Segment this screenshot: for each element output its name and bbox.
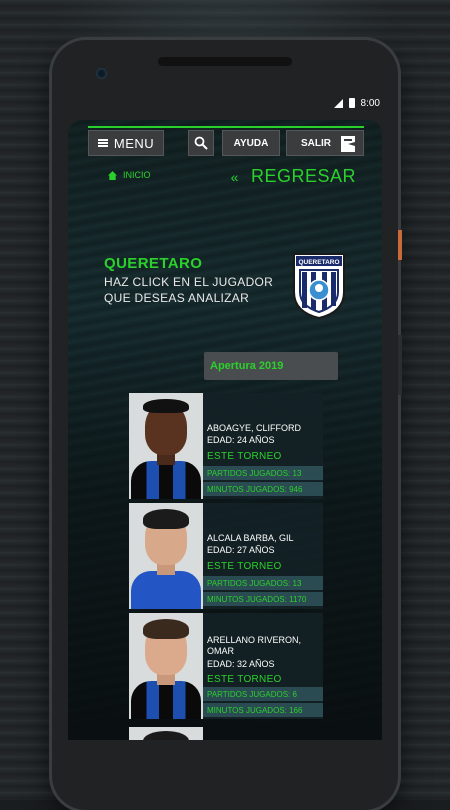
instruction-text: HAZ CLICK EN EL JUGADOR QUE DESEAS ANALI… (104, 274, 284, 306)
player-section-label: ESTE TORNEO (207, 674, 282, 685)
double-chevron-left-icon: « (230, 168, 239, 185)
breadcrumb-home[interactable]: INICIO (108, 170, 151, 180)
top-nav: MENU AYUDA SALIR (88, 130, 364, 156)
player-age: EDAD: 27 AÑOS (207, 545, 275, 555)
logout-label: SALIR (301, 137, 331, 149)
season-select[interactable]: Apertura 2019 (204, 352, 338, 380)
player-age: EDAD: 32 AÑOS (207, 659, 275, 669)
phone-camera (96, 68, 107, 79)
back-label: REGRESAR (250, 166, 356, 186)
team-name: QUERETARO (104, 255, 203, 272)
hamburger-icon (97, 139, 108, 147)
player-card[interactable]: ALCALA BARBA, GIL EDAD: 27 AÑOS ESTE TOR… (129, 503, 323, 609)
player-name: ARELLANO RIVERON, OMAR (207, 635, 302, 656)
menu-button[interactable]: MENU (88, 130, 164, 156)
player-card[interactable]: ARELLANO RIVERON, OMAR EDAD: 32 AÑOS EST… (129, 613, 323, 719)
accent-line (88, 126, 364, 128)
player-info: ALCALA BARBA, GIL EDAD: 27 AÑOS ESTE TOR… (203, 503, 323, 609)
battery-icon (348, 98, 355, 108)
player-info: ABOAGYE, CLIFFORD EDAD: 24 AÑOS ESTE TOR… (203, 393, 323, 499)
player-matches: PARTIDOS JUGADOS: 13 (203, 466, 323, 480)
breadcrumb-home-label: INICIO (123, 170, 151, 180)
search-button[interactable] (188, 130, 214, 156)
team-crest-text: QUERETARO (298, 259, 339, 266)
player-name: ABOAGYE, CLIFFORD (207, 423, 302, 433)
player-name: ALCALA BARBA, GIL (207, 533, 294, 543)
menu-label: MENU (113, 135, 155, 151)
player-minutes: MINUTOS JUGADOS: 1170 (203, 592, 323, 606)
team-crest-icon: QUERETARO (293, 253, 345, 320)
player-section-label: ESTE TORNEO (207, 561, 282, 572)
help-button[interactable]: AYUDA (222, 130, 280, 156)
instruction-line-2: QUE DESEAS ANALIZAR (104, 291, 250, 305)
player-photo (129, 613, 203, 719)
status-time: 8:00 (360, 97, 380, 109)
season-value: Apertura 2019 (210, 360, 284, 372)
help-label: AYUDA (233, 137, 269, 149)
player-minutes: MINUTOS JUGADOS: 166 (203, 703, 323, 717)
player-matches: PARTIDOS JUGADOS: 13 (203, 576, 323, 590)
signal-icon (333, 98, 343, 108)
player-minutes: MINUTOS JUGADOS: 946 (203, 482, 323, 496)
player-list: ABOAGYE, CLIFFORD EDAD: 24 AÑOS ESTE TOR… (129, 393, 323, 723)
phone-side-button (398, 230, 402, 260)
player-age: EDAD: 24 AÑOS (207, 435, 275, 445)
app-screen: MENU AYUDA SALIR INICIO « REGRESAR QUERE (68, 120, 382, 740)
app-logo-icon (341, 136, 355, 152)
phone-volume-button (398, 335, 402, 395)
logout-button[interactable]: SALIR (286, 130, 364, 156)
player-photo (129, 503, 203, 609)
status-bar: 8:00 (66, 92, 384, 114)
home-icon (108, 170, 117, 180)
phone-speaker (158, 57, 292, 66)
player-photo-partial[interactable] (129, 727, 203, 740)
player-info: ARELLANO RIVERON, OMAR EDAD: 32 AÑOS EST… (203, 613, 323, 719)
back-link[interactable]: « REGRESAR (231, 166, 356, 187)
player-card[interactable]: ABOAGYE, CLIFFORD EDAD: 24 AÑOS ESTE TOR… (129, 393, 323, 499)
instruction-line-1: HAZ CLICK EN EL JUGADOR (104, 275, 274, 289)
player-photo (129, 393, 203, 499)
search-icon (194, 136, 208, 150)
player-matches: PARTIDOS JUGADOS: 6 (203, 687, 323, 701)
player-section-label: ESTE TORNEO (207, 451, 282, 462)
